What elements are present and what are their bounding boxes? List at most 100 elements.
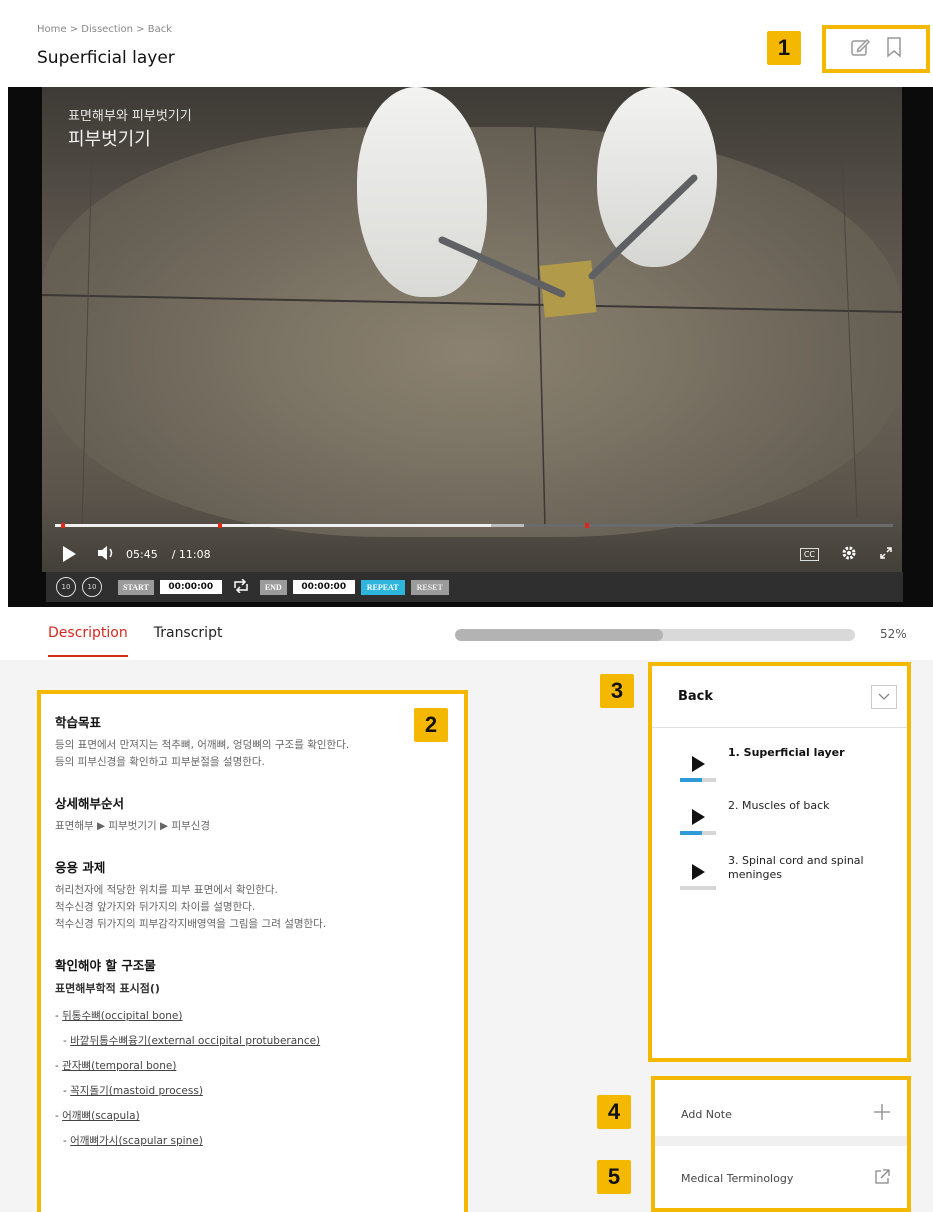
repeat-button[interactable]: REPEAT (360, 579, 405, 595)
duration: / 11:08 (171, 547, 211, 561)
section-text: 척수신경 앞가지와 뒤가지의 차이를 설명한다. (55, 901, 256, 913)
structure-link[interactable]: - 어깨뼈가시(scapular spine) (55, 1129, 450, 1154)
watch-progress-fill (680, 831, 702, 835)
structure-link-text[interactable]: 어깨뼈가시(scapular spine) (70, 1135, 203, 1147)
callout-badge-3: 3 (600, 674, 634, 708)
reset-button[interactable]: RESET (410, 579, 449, 595)
playlist-title: Back (678, 689, 714, 704)
section-procedure: 상세해부순서 표면해부 ▶ 피부벗기기 ▶ 피부신경 (55, 793, 450, 835)
playlist-item-label[interactable]: 3. Spinal cord and spinal meninges (728, 854, 868, 890)
course-progress-bar (455, 629, 855, 641)
section-text: 등의 표면에서 만져지는 척추뼈, 어깨뼈, 엉덩뼈의 구조를 확인한다. (55, 739, 350, 751)
breadcrumb[interactable]: Home > Dissection > Back (37, 24, 172, 35)
chapter-marker[interactable] (61, 523, 65, 528)
swap-icon[interactable] (232, 577, 250, 596)
section-structures: 확인해야 할 구조물 표면해부학적 표시점() - 뒤통수뼈(occipital… (55, 955, 450, 1154)
play-icon (692, 756, 705, 772)
play-icon (692, 809, 705, 825)
section-assignments: 응용 과제 허리천자에 적당한 위치를 피부 표면에서 확인한다. 척수신경 앞… (55, 857, 450, 933)
play-icon[interactable] (63, 546, 76, 562)
rewind-10-icon[interactable]: 10 (56, 577, 76, 597)
tab-transcript[interactable]: Transcript (154, 625, 223, 657)
start-label[interactable]: START (118, 579, 154, 595)
structure-link-text[interactable]: 바깥뒤통수뼈융기(external occipital protuberance… (70, 1035, 320, 1047)
playlist-panel: Back 1. Superficial layer 2. Muscles of … (648, 662, 911, 1062)
structure-link[interactable]: - 바깥뒤통수뼈융기(external occipital protuberan… (55, 1029, 450, 1054)
medical-terminology-link[interactable]: Medical Terminology (651, 1148, 911, 1212)
structure-link-text[interactable]: 꼭지돌기(mastoid process) (70, 1085, 203, 1097)
structure-link-text[interactable]: 어깨뼈(scapula) (62, 1110, 140, 1122)
video-player[interactable]: 표면해부와 피부벗기기 피부벗기기 05:45 / 11:08 CC 10 10… (8, 87, 933, 607)
section-heading: 학습목표 (55, 715, 102, 730)
section-heading: 확인해야 할 구조물 (55, 958, 156, 973)
content-tabs: Description Transcript (48, 625, 222, 657)
page-title: Superficial layer (37, 48, 175, 68)
closed-caption-icon[interactable]: CC (799, 547, 819, 561)
playlist-item-label[interactable]: 1. Superficial layer (728, 746, 868, 782)
structure-link-text[interactable]: 뒤통수뼈(occipital bone) (62, 1010, 182, 1022)
start-time-input[interactable]: 00:00:00 (159, 580, 222, 594)
watch-progress-fill (680, 778, 702, 782)
header-actions (822, 25, 930, 73)
repeat-toolbar: 10 10 START 00:00:00 END 00:00:00 REPEAT… (46, 572, 903, 602)
tab-description[interactable]: Description (48, 625, 128, 657)
structure-link[interactable]: - 뒤통수뼈(occipital bone) (55, 1004, 450, 1029)
structure-link[interactable]: - 꼭지돌기(mastoid process) (55, 1079, 450, 1104)
divider (655, 1136, 907, 1146)
edit-icon[interactable] (849, 36, 871, 62)
callout-badge-4: 4 (597, 1095, 631, 1129)
callout-badge-2: 2 (414, 708, 448, 742)
section-text: 척수신경 뒤가지의 피부감각지배영역을 그림을 그려 설명한다. (55, 918, 327, 930)
video-thumbnail[interactable] (680, 746, 716, 782)
section-text: 허리천자에 적당한 위치를 피부 표면에서 확인한다. (55, 884, 278, 896)
scalpel-image (588, 174, 698, 280)
section-objectives: 학습목표 등의 표면에서 만져지는 척추뼈, 어깨뼈, 엉덩뼈의 구조를 확인한… (55, 712, 450, 771)
watch-progress (680, 886, 716, 890)
video-frame[interactable]: 표면해부와 피부벗기기 피부벗기기 (42, 87, 902, 572)
external-link-icon (873, 1168, 891, 1189)
video-thumbnail[interactable] (680, 854, 716, 890)
current-time: 05:45 (126, 547, 158, 561)
playlist-item-label[interactable]: 2. Muscles of back (728, 799, 868, 835)
structure-link[interactable]: - 관자뼈(temporal bone) (55, 1054, 450, 1079)
video-thumbnail[interactable] (680, 799, 716, 835)
forward-10-icon[interactable]: 10 (82, 577, 102, 597)
forceps-image (438, 236, 566, 298)
section-text: 표면해부 ▶ 피부벗기기 ▶ 피부신경 (55, 820, 211, 832)
video-controls-right: CC (799, 542, 893, 566)
description-panel: 학습목표 등의 표면에서 만져지는 척추뼈, 어깨뼈, 엉덩뼈의 구조를 확인한… (37, 690, 468, 1212)
course-progress-label: 52% (880, 627, 907, 641)
structure-link[interactable]: - 어깨뼈(scapula) (55, 1104, 450, 1129)
callout-badge-1: 1 (767, 31, 801, 65)
volume-icon[interactable] (96, 545, 116, 564)
playlist-item[interactable]: 1. Superficial layer (680, 746, 868, 782)
playlist-header: Back (652, 666, 907, 728)
video-caption-section: 피부벗기기 (68, 129, 151, 150)
callout-badge-5: 5 (597, 1160, 631, 1194)
chapter-marker[interactable] (218, 523, 222, 528)
add-note-label: Add Note (681, 1107, 732, 1121)
played-bar (55, 524, 491, 527)
fullscreen-icon[interactable] (879, 546, 893, 563)
structure-link-text[interactable]: 관자뼈(temporal bone) (62, 1060, 176, 1072)
watch-progress (680, 831, 716, 835)
section-heading: 상세해부순서 (55, 796, 125, 811)
playlist-item[interactable]: 3. Spinal cord and spinal meninges (680, 854, 868, 890)
section-text: 등의 피부신경을 확인하고 피부분절을 설명한다. (55, 756, 265, 768)
section-heading: 응용 과제 (55, 860, 106, 875)
bookmark-icon[interactable] (885, 36, 903, 62)
playlist-item[interactable]: 2. Muscles of back (680, 799, 868, 835)
watch-progress (680, 778, 716, 782)
chapter-marker[interactable] (585, 523, 589, 528)
end-label[interactable]: END (259, 579, 287, 595)
video-caption-chapter: 표면해부와 피부벗기기 (68, 109, 192, 124)
end-time-input[interactable]: 00:00:00 (292, 580, 355, 594)
course-progress-fill (455, 629, 663, 641)
page: Home > Dissection > Back Superficial lay… (0, 0, 933, 1212)
structures-subheading: 표면해부학적 표시점() (55, 982, 160, 995)
video-progress-bar[interactable] (55, 523, 893, 528)
medical-terminology-label: Medical Terminology (681, 1171, 794, 1185)
play-icon (692, 864, 705, 880)
chevron-down-icon[interactable] (871, 684, 897, 709)
settings-gear-icon[interactable] (841, 545, 857, 564)
